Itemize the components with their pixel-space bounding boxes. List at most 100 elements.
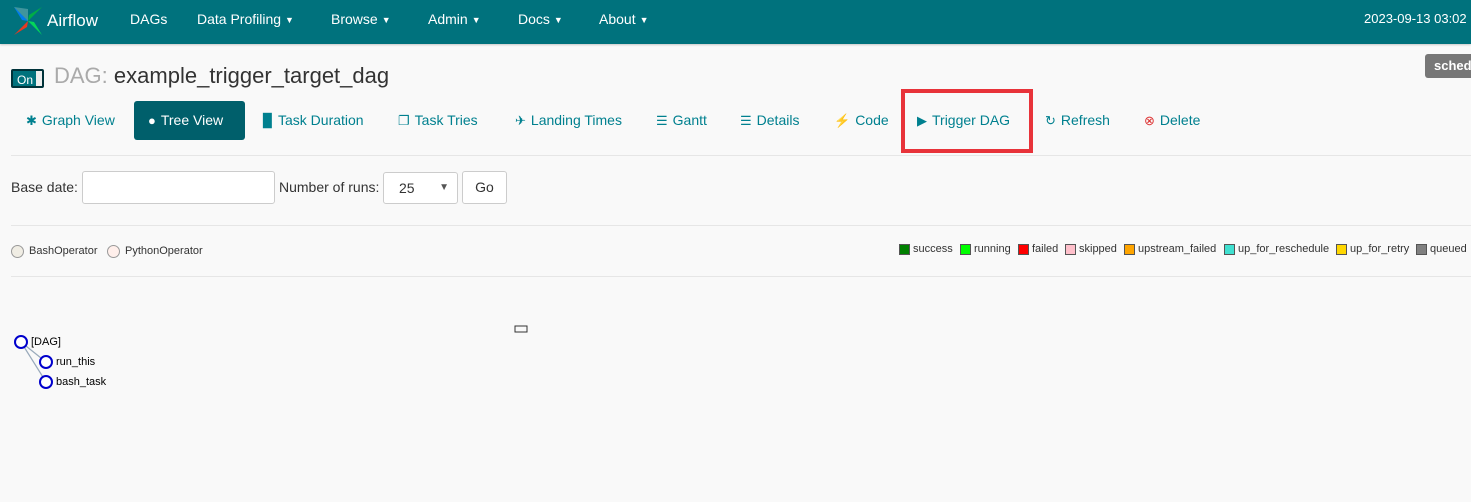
base-date-label: Base date: xyxy=(11,179,78,195)
tree-node-run-this[interactable]: run_this xyxy=(39,355,95,369)
tab-task-tries[interactable]: ❐ Task Tries xyxy=(398,101,478,140)
node-circle-icon[interactable] xyxy=(39,375,53,389)
toggle-handle xyxy=(36,71,42,86)
num-runs-label: Number of runs: xyxy=(279,179,380,195)
tree-node-dag[interactable]: [DAG] xyxy=(14,335,61,349)
tab-graph-view[interactable]: ✱ Graph View xyxy=(26,101,115,140)
operator-label: BashOperator xyxy=(29,245,98,257)
tab-gantt[interactable]: ☰ Gantt xyxy=(656,101,707,140)
operator-label: PythonOperator xyxy=(125,245,203,257)
state-color-square xyxy=(1124,243,1135,255)
timeline-marker xyxy=(514,325,528,333)
schedule-badge: sched xyxy=(1425,54,1471,78)
node-circle-icon[interactable] xyxy=(14,335,28,349)
state-label: up_for_reschedule xyxy=(1238,243,1330,255)
nav-data-profiling[interactable]: Data Profiling ▼ xyxy=(197,0,294,38)
toggle-label: On xyxy=(17,73,34,87)
state-label: skipped xyxy=(1079,243,1117,255)
dag-name: example_trigger_target_dag xyxy=(113,63,390,88)
state-legend-failed: failed xyxy=(1018,241,1058,257)
state-label: upstream_failed xyxy=(1138,243,1217,255)
state-color-square xyxy=(1018,243,1029,255)
tree-icon: ● xyxy=(148,113,156,128)
go-button[interactable]: Go xyxy=(462,171,507,204)
state-color-square xyxy=(1336,243,1347,255)
state-label: failed xyxy=(1032,243,1059,255)
chevron-down-icon: ▼ xyxy=(471,15,481,25)
nav-admin[interactable]: Admin ▼ xyxy=(428,0,481,38)
tree-node-label: run_this xyxy=(56,356,96,368)
state-label: up_for_retry xyxy=(1350,243,1410,255)
base-date-input[interactable] xyxy=(82,171,275,204)
tab-task-duration[interactable]: ▉ Task Duration xyxy=(263,101,364,140)
state-legend-up-for-retry: up_for_retry xyxy=(1336,241,1409,257)
divider xyxy=(11,225,1471,226)
tab-delete[interactable]: ⊗ Delete xyxy=(1144,101,1200,140)
tree-node-bash-task[interactable]: bash_task xyxy=(39,375,106,389)
tab-label: Task Tries xyxy=(414,112,478,128)
nav-dags[interactable]: DAGs xyxy=(130,0,167,38)
state-legend-up-for-reschedule: up_for_reschedule xyxy=(1224,241,1329,257)
duplicate-icon: ❐ xyxy=(398,113,410,128)
tab-details[interactable]: ☰ Details xyxy=(740,101,799,140)
tab-label: Tree View xyxy=(160,112,224,128)
node-circle-icon[interactable] xyxy=(39,355,53,369)
tab-trigger-dag[interactable]: ▶ Trigger DAG xyxy=(917,101,1010,140)
dag-prefix: DAG: xyxy=(54,63,108,88)
operator-color-dot xyxy=(107,244,120,258)
tab-label: Task Duration xyxy=(278,112,364,128)
bar-chart-icon: ▉ xyxy=(263,113,273,128)
refresh-icon: ↻ xyxy=(1045,113,1056,128)
tab-tree-view[interactable]: ● Tree View xyxy=(134,101,245,140)
chevron-down-icon: ▼ xyxy=(439,182,449,193)
operator-color-dot xyxy=(11,244,24,258)
state-legend-running: running xyxy=(960,241,1011,257)
align-left-icon: ☰ xyxy=(656,113,668,128)
dag-pause-toggle[interactable]: On xyxy=(11,69,44,88)
brand-name: Airflow xyxy=(47,11,99,30)
state-legend-upstream-failed: upstream_failed xyxy=(1124,241,1216,257)
play-circle-icon: ▶ xyxy=(917,113,927,128)
list-icon: ☰ xyxy=(740,113,752,128)
state-color-square xyxy=(1224,243,1235,255)
tab-refresh[interactable]: ↻ Refresh xyxy=(1045,101,1110,140)
nav-browse[interactable]: Browse ▼ xyxy=(331,0,391,38)
state-legend-success: success xyxy=(899,241,953,257)
chevron-down-icon: ▼ xyxy=(553,15,563,25)
tab-label: Code xyxy=(855,112,889,128)
page-title: DAG: example_trigger_target_dag xyxy=(54,63,389,89)
tab-code[interactable]: ⚡ Code xyxy=(834,101,889,140)
tab-landing-times[interactable]: ✈ Landing Times xyxy=(515,101,622,140)
airflow-logo-icon xyxy=(14,7,42,35)
nav-about[interactable]: About ▼ xyxy=(599,0,649,38)
tree-node-label: [DAG] xyxy=(31,336,61,348)
state-color-square xyxy=(960,243,971,255)
chevron-down-icon: ▼ xyxy=(381,15,391,25)
state-legend-skipped: skipped xyxy=(1065,241,1117,257)
divider xyxy=(11,276,1471,277)
divider xyxy=(11,155,1471,156)
nav-admin-label: Admin xyxy=(428,11,468,27)
num-runs-select[interactable]: 25 ▼ xyxy=(383,172,458,204)
tab-label: Details xyxy=(756,112,800,128)
chevron-down-icon: ▼ xyxy=(639,15,649,25)
nav-dags-label: DAGs xyxy=(130,11,168,27)
tree-node-label: bash_task xyxy=(56,376,107,388)
state-legend-queued: queued xyxy=(1416,241,1467,257)
state-label: queued xyxy=(1430,243,1467,255)
nav-docs[interactable]: Docs ▼ xyxy=(518,0,563,38)
state-label: success xyxy=(913,243,953,255)
remove-circle-icon: ⊗ xyxy=(1144,113,1155,128)
flash-icon: ⚡ xyxy=(834,113,851,128)
brand[interactable]: Airflow xyxy=(10,2,98,40)
plane-icon: ✈ xyxy=(515,113,526,128)
state-label: running xyxy=(974,243,1011,255)
state-color-square xyxy=(1065,243,1076,255)
nav-about-label: About xyxy=(599,11,636,27)
tab-label: Gantt xyxy=(672,112,707,128)
server-datetime: 2023-09-13 03:02 xyxy=(1364,11,1467,26)
operator-legend-bash: BashOperator xyxy=(11,242,97,260)
nav-data-profiling-label: Data Profiling xyxy=(197,11,282,27)
tab-label: Graph View xyxy=(41,112,115,128)
nav-docs-label: Docs xyxy=(518,11,550,27)
